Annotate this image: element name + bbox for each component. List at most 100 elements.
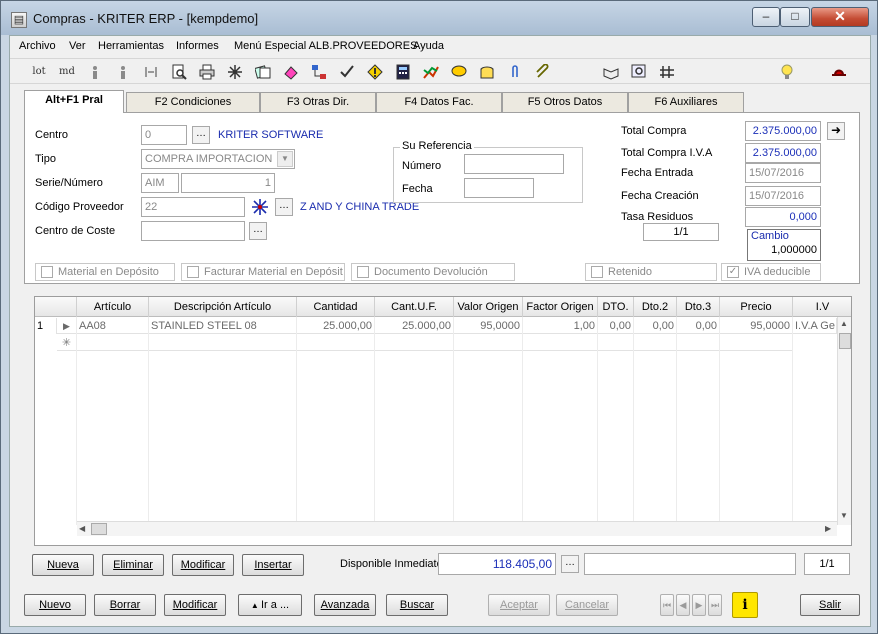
retenido-check[interactable]: Retenido xyxy=(585,263,717,281)
hat-icon[interactable] xyxy=(828,62,850,82)
new-row-cell[interactable] xyxy=(77,335,149,351)
ir-a-button[interactable]: ▲ Ir a ... xyxy=(238,594,302,616)
nuevo-button[interactable]: Nuevo xyxy=(24,594,86,616)
modificar-button[interactable]: Modificar xyxy=(164,594,226,616)
md-button[interactable]: md xyxy=(56,62,78,82)
eraser-icon[interactable] xyxy=(280,62,302,82)
snowflake-icon[interactable] xyxy=(251,198,269,216)
proveedor-field[interactable]: 22 xyxy=(141,197,245,217)
phone-icon[interactable] xyxy=(476,62,498,82)
documents-icon[interactable] xyxy=(252,62,274,82)
tab-pral[interactable]: Alt+F1 Pral xyxy=(24,90,124,113)
col-valor-origen[interactable]: Valor Origen xyxy=(454,297,523,317)
hierarchy-icon[interactable] xyxy=(308,62,330,82)
cell-valor-origen[interactable]: 95,0000 xyxy=(454,318,523,334)
nueva-line-button[interactable]: Nueva xyxy=(32,554,94,576)
warning-icon[interactable] xyxy=(364,62,386,82)
proveedor-lookup-button[interactable]: … xyxy=(275,198,293,216)
previous-record-icon[interactable]: ◀ xyxy=(676,594,690,616)
menu-herramientas[interactable]: Herramientas xyxy=(98,40,164,52)
first-record-icon[interactable]: ⏮ xyxy=(660,594,674,616)
ref-fecha-field[interactable] xyxy=(464,178,534,198)
scroll-up-icon[interactable]: ▲ xyxy=(840,319,848,328)
col-cantidad[interactable]: Cantidad xyxy=(297,297,375,317)
cell-cantuf[interactable]: 25.000,00 xyxy=(375,318,454,334)
fields-icon[interactable] xyxy=(140,62,162,82)
modificar-line-button[interactable]: Modificar xyxy=(172,554,234,576)
serie-field[interactable]: AIM xyxy=(141,173,179,193)
new-row-cell[interactable] xyxy=(149,335,297,351)
chevron-down-icon[interactable]: ▼ xyxy=(277,151,293,167)
coste-field[interactable] xyxy=(141,221,245,241)
cell-descripcion[interactable]: STAINLED STEEL 08 xyxy=(149,318,297,334)
new-row-cell[interactable] xyxy=(454,335,523,351)
info-icon[interactable]: i xyxy=(732,592,758,618)
material-deposito-check[interactable]: Material en Depósito xyxy=(35,263,175,281)
cell-dto[interactable]: 0,00 xyxy=(598,318,634,334)
eliminar-line-button[interactable]: Eliminar xyxy=(102,554,164,576)
cell-articulo[interactable]: AA08 xyxy=(77,318,149,334)
tab-auxiliares[interactable]: F6 Auxiliares xyxy=(628,92,744,112)
print-icon[interactable] xyxy=(196,62,218,82)
centro-field[interactable]: 0 xyxy=(141,125,187,145)
check-list-icon[interactable] xyxy=(336,62,358,82)
documento-devolucion-check[interactable]: Documento Devolución xyxy=(351,263,515,281)
new-row-cell[interactable] xyxy=(297,335,375,351)
borrar-button[interactable]: Borrar xyxy=(94,594,156,616)
new-row-cell[interactable] xyxy=(523,335,598,351)
close-button[interactable]: ✕ xyxy=(811,7,869,27)
scroll-right-icon[interactable]: ▶ xyxy=(825,524,831,533)
menu-informes[interactable]: Informes xyxy=(176,40,219,52)
scroll-thumb[interactable] xyxy=(91,523,107,535)
new-row-cell[interactable] xyxy=(598,335,634,351)
facturar-deposito-check[interactable]: Facturar Material en Depósit xyxy=(181,263,345,281)
horizontal-scrollbar[interactable]: ◀ ▶ xyxy=(77,521,837,536)
cell-factor-origen[interactable]: 1,00 xyxy=(523,318,598,334)
last-record-icon[interactable]: ⏭ xyxy=(708,594,722,616)
buscar-button[interactable]: Buscar xyxy=(386,594,448,616)
centro-lookup-button[interactable]: … xyxy=(192,126,210,144)
insertar-line-button[interactable]: Insertar xyxy=(242,554,304,576)
tab-condiciones[interactable]: F2 Condiciones xyxy=(126,92,260,112)
col-iva[interactable]: I.V xyxy=(793,297,851,317)
menu-ver[interactable]: Ver xyxy=(69,40,86,52)
lightbulb-icon[interactable] xyxy=(776,62,798,82)
search-window-icon[interactable] xyxy=(628,62,650,82)
col-factor-origen[interactable]: Factor Origen xyxy=(523,297,598,317)
cell-iva[interactable]: I.V.A Ge xyxy=(793,318,837,334)
message-icon[interactable] xyxy=(448,62,470,82)
col-dto[interactable]: DTO. xyxy=(598,297,634,317)
info-alt-icon[interactable] xyxy=(112,62,134,82)
new-row-cell[interactable] xyxy=(720,335,793,351)
vertical-scrollbar[interactable]: ▲ ▼ xyxy=(837,317,851,525)
ref-numero-field[interactable] xyxy=(464,154,564,174)
arrow-right-icon[interactable]: ➜ xyxy=(827,122,845,140)
maximize-button[interactable]: □ xyxy=(780,7,810,27)
preview-icon[interactable] xyxy=(168,62,190,82)
col-articulo[interactable]: Artículo xyxy=(77,297,149,317)
avanzada-button[interactable]: Avanzada xyxy=(314,594,376,616)
lot-button[interactable]: lot xyxy=(28,62,50,82)
menu-ayuda[interactable]: Ayuda xyxy=(413,40,444,52)
iva-deducible-check[interactable]: ✓ IVA deducible xyxy=(721,263,821,281)
tab-otros-datos[interactable]: F5 Otros Datos xyxy=(502,92,628,112)
new-row-cell[interactable] xyxy=(375,335,454,351)
scroll-left-icon[interactable]: ◀ xyxy=(79,524,85,533)
next-record-icon[interactable]: ▶ xyxy=(692,594,706,616)
cell-precio[interactable]: 95,0000 xyxy=(720,318,793,334)
tab-otras-dir[interactable]: F3 Otras Dir. xyxy=(260,92,376,112)
disponible-lookup-button[interactable]: … xyxy=(561,555,579,573)
new-row-cell[interactable] xyxy=(677,335,720,351)
coste-lookup-button[interactable]: … xyxy=(249,222,267,240)
cell-dto3[interactable]: 0,00 xyxy=(677,318,720,334)
new-row-cell[interactable] xyxy=(634,335,677,351)
tasa-field[interactable]: 0,000 xyxy=(745,207,821,227)
tipo-select[interactable]: COMPRA IMPORTACION ▼ xyxy=(141,149,295,169)
scroll-down-icon[interactable]: ▼ xyxy=(840,511,848,520)
col-cantuf[interactable]: Cant.U.F. xyxy=(375,297,454,317)
salir-button[interactable]: Salir xyxy=(800,594,860,616)
minimize-button[interactable]: – xyxy=(752,7,780,27)
cancelar-button[interactable]: Cancelar xyxy=(556,594,618,616)
col-dto2[interactable]: Dto.2 xyxy=(634,297,677,317)
title-bar[interactable]: ▤ Compras - KRITER ERP - [kempdemo] – □ … xyxy=(1,1,877,35)
